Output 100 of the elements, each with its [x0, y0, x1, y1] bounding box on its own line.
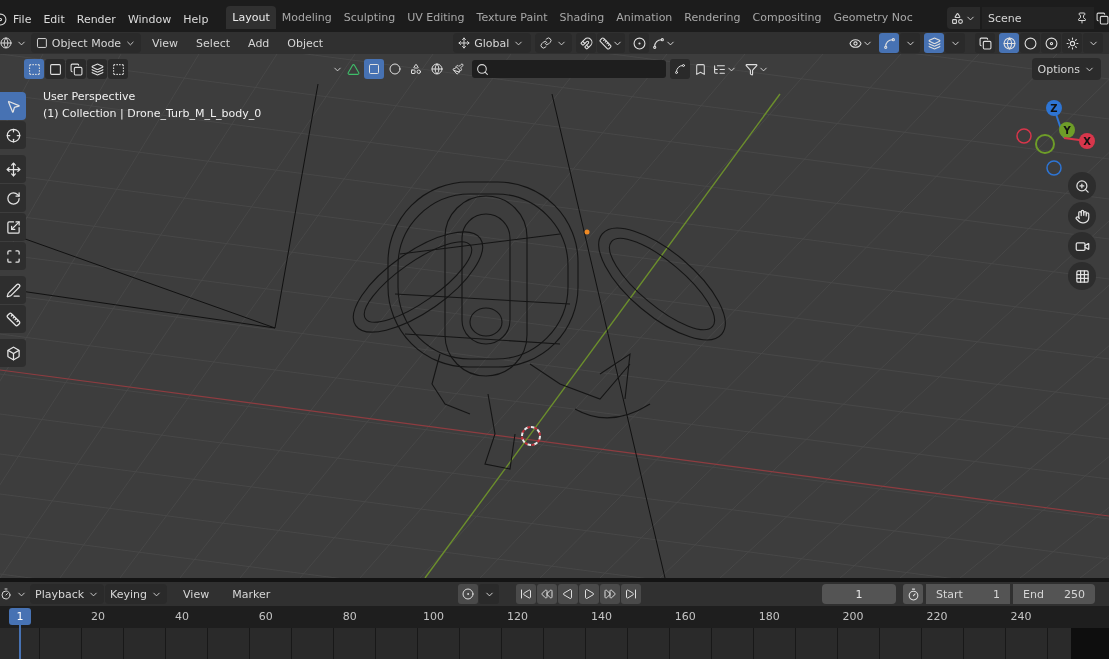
- zoom-icon: [1074, 178, 1090, 194]
- tool-button[interactable]: [0, 184, 26, 212]
- next-keyframe-button[interactable]: [600, 584, 621, 604]
- menu-item[interactable]: View: [145, 36, 186, 50]
- scene-field[interactable]: Scene: [982, 7, 1094, 29]
- view-name: User Perspective: [43, 90, 137, 103]
- shading-button[interactable]: [1041, 33, 1061, 53]
- frame-number: 100: [423, 610, 445, 623]
- snap-toggle[interactable]: [576, 33, 597, 53]
- pivot-dropdown[interactable]: [535, 33, 573, 53]
- pointer-icon: [5, 98, 21, 114]
- preview-range-toggle[interactable]: [903, 584, 923, 604]
- transform-icon: [5, 248, 21, 264]
- menu-item[interactable]: View: [176, 584, 217, 604]
- frame-number: 200: [842, 610, 864, 623]
- proportional-toggle[interactable]: [629, 33, 650, 53]
- workspace-tab[interactable]: Animation: [610, 6, 679, 29]
- play-icon: [583, 588, 596, 600]
- pan-button[interactable]: [1068, 202, 1096, 230]
- fast-forward-icon: [604, 588, 617, 600]
- shapes-icon: [410, 63, 422, 75]
- zoom-button[interactable]: [1068, 172, 1096, 200]
- orientation-dropdown[interactable]: Global: [453, 33, 532, 53]
- play-button[interactable]: [579, 584, 600, 604]
- bookmark-icon[interactable]: [694, 62, 707, 76]
- mode-dropdown[interactable]: Object Mode: [31, 33, 141, 53]
- select-filter-button[interactable]: [364, 59, 384, 79]
- workspace-tab[interactable]: Rendering: [678, 6, 747, 29]
- start-frame-field[interactable]: Start 1: [926, 584, 1010, 604]
- play-reverse-button[interactable]: [558, 584, 579, 604]
- workspace-tab[interactable]: Modeling: [275, 6, 338, 29]
- select-mode-button[interactable]: [66, 59, 86, 79]
- grid-icon: [1074, 268, 1090, 284]
- gizmo-toggle[interactable]: [879, 33, 899, 53]
- frame-number: 240: [1010, 610, 1032, 623]
- overlay-toggle[interactable]: [924, 33, 944, 53]
- tree-icon: [713, 62, 726, 76]
- playhead[interactable]: 1: [9, 608, 31, 625]
- snap-target-button[interactable]: [597, 33, 626, 53]
- frame-number: 220: [926, 610, 948, 623]
- scale-icon: [5, 219, 21, 235]
- menu-item[interactable]: Help: [177, 10, 215, 29]
- select-mode-button[interactable]: [45, 59, 65, 79]
- menu-item[interactable]: File: [7, 10, 38, 29]
- menu-item[interactable]: Object: [280, 36, 331, 50]
- object-info: (1) Collection | Drone_Turb_M_L_body_0: [43, 107, 262, 120]
- current-frame-field[interactable]: 1: [822, 584, 896, 604]
- scene-type-button[interactable]: [947, 7, 980, 29]
- camera-view-button[interactable]: [1068, 232, 1096, 260]
- menu-item[interactable]: Window: [121, 10, 178, 29]
- tool-button[interactable]: [0, 213, 26, 241]
- pin-icon[interactable]: [1076, 12, 1088, 24]
- workspace-tab[interactable]: Sculpting: [337, 6, 402, 29]
- tool-button[interactable]: [0, 276, 26, 304]
- shading-button[interactable]: [999, 33, 1019, 53]
- globe-icon: [0, 37, 12, 49]
- tool-button[interactable]: [0, 155, 26, 183]
- jump-start-button[interactable]: [516, 584, 537, 604]
- workspace-tab[interactable]: Layout: [226, 6, 276, 29]
- menu-dropdown[interactable]: Playback: [30, 584, 105, 604]
- menu-dropdown[interactable]: Keying: [105, 584, 168, 604]
- tool-button[interactable]: [0, 339, 26, 367]
- end-frame-field[interactable]: End 250: [1013, 584, 1095, 604]
- prev-keyframe-button[interactable]: [537, 584, 558, 604]
- crosshair-icon: [5, 127, 21, 143]
- shading-button[interactable]: [1062, 33, 1082, 53]
- copy-icon[interactable]: [1096, 11, 1109, 25]
- tool-button[interactable]: [0, 121, 26, 149]
- workspace-tab[interactable]: Texture Paint: [470, 6, 554, 29]
- cube-icon: [5, 345, 21, 361]
- rotate-icon: [5, 190, 21, 206]
- menu-item[interactable]: Marker: [225, 584, 278, 604]
- curve-icon: [674, 63, 686, 75]
- xray-toggle[interactable]: [975, 33, 995, 53]
- select-mode-button[interactable]: [108, 59, 128, 79]
- frame-number: 80: [342, 610, 357, 623]
- rewind-icon: [541, 588, 554, 600]
- menu-item[interactable]: Add: [241, 36, 277, 50]
- menu-item[interactable]: Select: [189, 36, 238, 50]
- search-field[interactable]: [472, 60, 666, 78]
- workspace-tab[interactable]: Shading: [553, 6, 611, 29]
- gizmo-dropdown[interactable]: [900, 33, 920, 53]
- gizmo-arrow-icon: [882, 36, 896, 50]
- select-mode-button[interactable]: [87, 59, 107, 79]
- tool-button[interactable]: [0, 305, 26, 333]
- options-dropdown[interactable]: Options: [1031, 58, 1101, 80]
- workspace-tab[interactable]: Geometry Noc: [827, 6, 919, 29]
- tool-button[interactable]: [0, 242, 26, 270]
- jump-end-button[interactable]: [621, 584, 642, 604]
- smile-button[interactable]: [670, 59, 690, 79]
- workspace-tab[interactable]: Compositing: [746, 6, 828, 29]
- material-sphere-icon: [1044, 36, 1058, 50]
- menu-item[interactable]: Edit: [37, 10, 71, 29]
- ortho-toggle-button[interactable]: [1068, 262, 1096, 290]
- workspace-tab[interactable]: UV Editing: [401, 6, 471, 29]
- shading-button[interactable]: [1020, 33, 1040, 53]
- menu-item[interactable]: Render: [70, 10, 122, 29]
- record-button[interactable]: [458, 584, 479, 604]
- record-icon: [462, 588, 475, 600]
- navigation-gizmo[interactable]: Z Y X: [1010, 90, 1102, 180]
